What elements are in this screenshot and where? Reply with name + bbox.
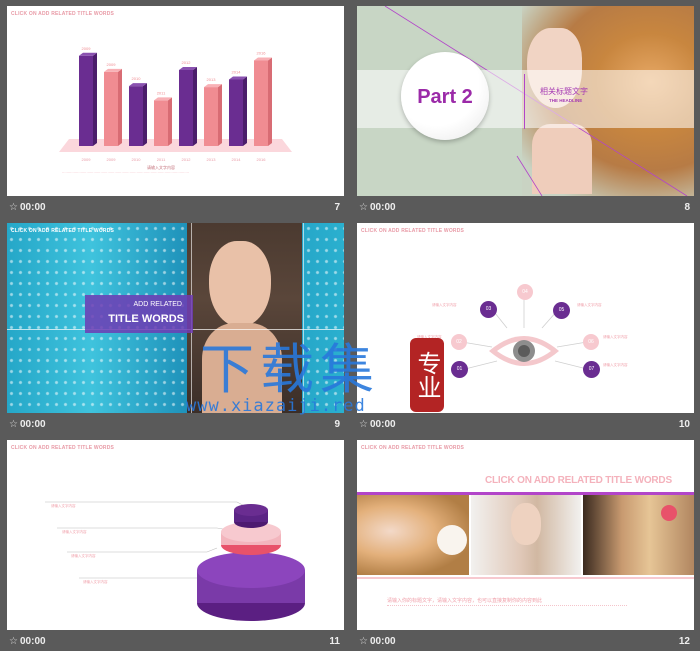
- bar-value-label: 2009: [107, 62, 117, 67]
- text-placeholder-line: [387, 605, 627, 607]
- bar: [179, 67, 197, 146]
- slide-header: CLICK ON ADD RELATED TITLE WORDS: [11, 228, 115, 234]
- slide-duration: 00:00: [20, 636, 46, 647]
- bar-value-label: 2011: [157, 90, 166, 95]
- bar: [204, 84, 222, 146]
- slide-duration: 00:00: [370, 419, 396, 430]
- x-tick-label: 2011: [157, 157, 166, 162]
- bar-value-label: 2014: [232, 70, 242, 75]
- watermark-seal: 专业: [410, 338, 444, 412]
- tier-label: 请输入文字内容: [51, 504, 76, 508]
- node-03[interactable]: 03: [480, 301, 497, 318]
- photo-1: [357, 495, 469, 575]
- bar: [104, 68, 122, 146]
- bar-value-label: 2016: [257, 51, 267, 56]
- bar-value-label: 2013: [207, 77, 217, 82]
- photo-3: [583, 495, 694, 575]
- x-tick-label: 2012: [182, 157, 192, 162]
- x-tick-label: 2010: [132, 157, 142, 162]
- flower: [661, 505, 677, 521]
- slide-meta: ☆ 00:00 12: [357, 633, 694, 651]
- bar: [229, 76, 247, 146]
- tier-label: 请输入文字内容: [62, 530, 87, 534]
- slide-8[interactable]: Part 2 相关标题文字 THE HEADLINE: [357, 6, 694, 196]
- star-icon[interactable]: ☆: [359, 202, 368, 213]
- bar-chart: 2009 2009 2009 2009 2010 2010 2011 2011 2012 2012…: [59, 46, 292, 162]
- node-01[interactable]: 01: [451, 361, 468, 378]
- footer-text: 请输入你的标题文字，请输入文字内容，也可以直接复制你的内容到此: [387, 598, 543, 604]
- part-label: Part 2: [417, 86, 473, 108]
- bar: [79, 52, 97, 146]
- node-caption: 请输入文字内容: [603, 335, 628, 339]
- node-02[interactable]: 02: [451, 334, 467, 350]
- chart-description: ········································…: [62, 171, 190, 175]
- watermark-url: www.xiazaiji.red: [186, 396, 366, 416]
- node-06[interactable]: 06: [583, 334, 599, 350]
- watermark-text: 下载集: [200, 338, 380, 401]
- divider: [357, 577, 694, 579]
- slide-meta: ☆ 00:00 9: [7, 416, 344, 434]
- slide-duration: 00:00: [20, 202, 46, 213]
- node-04[interactable]: 04: [517, 284, 533, 300]
- star-icon[interactable]: ☆: [9, 636, 18, 647]
- bar-value-label: 2009: [82, 46, 92, 51]
- slide-meta: ☆ 00:00 11: [7, 633, 344, 651]
- node-caption: 请输入文字内容: [603, 363, 628, 367]
- star-icon[interactable]: ☆: [359, 419, 368, 430]
- star-icon[interactable]: ☆: [9, 202, 18, 213]
- star-icon[interactable]: ☆: [9, 419, 18, 430]
- face-shape: [511, 503, 541, 545]
- x-tick-label: 2013: [207, 157, 217, 162]
- bar-value-label: 2010: [132, 76, 142, 81]
- divider: [524, 74, 525, 129]
- star-icon[interactable]: ☆: [359, 636, 368, 647]
- subtitle: ADD RELATED: [133, 301, 183, 308]
- slide-number: 10: [678, 419, 690, 430]
- slide-meta: ☆ 00:00 10: [357, 416, 694, 434]
- slide-meta: ☆ 00:00 7: [7, 199, 344, 217]
- x-tick-label: 2014: [232, 157, 242, 162]
- bar: [129, 83, 147, 146]
- title-en: THE HEADLINE: [549, 98, 583, 103]
- x-tick-label: 2016: [257, 157, 267, 162]
- main-title: TITLE WORDS: [108, 313, 184, 325]
- banner-title: CLICK ON ADD RELATED TITLE WORDS: [485, 475, 672, 486]
- slide-11[interactable]: CLICK ON ADD RELATED TITLE WORDS 请输入文字内容…: [7, 440, 344, 630]
- face-shape: [209, 241, 271, 327]
- node-05[interactable]: 05: [553, 302, 570, 319]
- layered-cake-diagram: [45, 501, 305, 621]
- slide-duration: 00:00: [370, 636, 396, 647]
- slide-number: 8: [684, 202, 690, 213]
- x-tick-label: 2009: [82, 157, 92, 162]
- slide-number: 9: [334, 419, 340, 430]
- tier-label: 请输入文字内容: [83, 580, 108, 584]
- tier-label: 请输入文字内容: [71, 554, 96, 558]
- bar: [254, 57, 272, 146]
- bar-value-label: 2012: [182, 60, 192, 65]
- photo-2: [471, 495, 581, 575]
- slide-12[interactable]: CLICK ON ADD RELATED TITLE WORDS CLICK O…: [357, 440, 694, 630]
- slide-duration: 00:00: [370, 202, 396, 213]
- slide-duration: 00:00: [20, 419, 46, 430]
- slide-number: 12: [678, 636, 690, 647]
- x-tick-label: 2009: [107, 157, 117, 162]
- slide-7[interactable]: CLICK ON ADD RELATED TITLE WORDS 2009 200…: [7, 6, 344, 196]
- slide-number: 11: [329, 636, 340, 647]
- node-07[interactable]: 07: [583, 361, 600, 378]
- node-caption: 请输入文字内容: [577, 303, 602, 307]
- slide-header: CLICK ON ADD RELATED TITLE WORDS: [361, 445, 465, 451]
- bar: [154, 97, 172, 146]
- title-cn: 相关标题文字: [540, 87, 588, 96]
- lily-flower: [437, 525, 467, 555]
- node-caption: 请输入文字内容: [432, 303, 457, 307]
- slide-meta: ☆ 00:00 8: [357, 199, 694, 217]
- slide-number: 7: [334, 202, 340, 213]
